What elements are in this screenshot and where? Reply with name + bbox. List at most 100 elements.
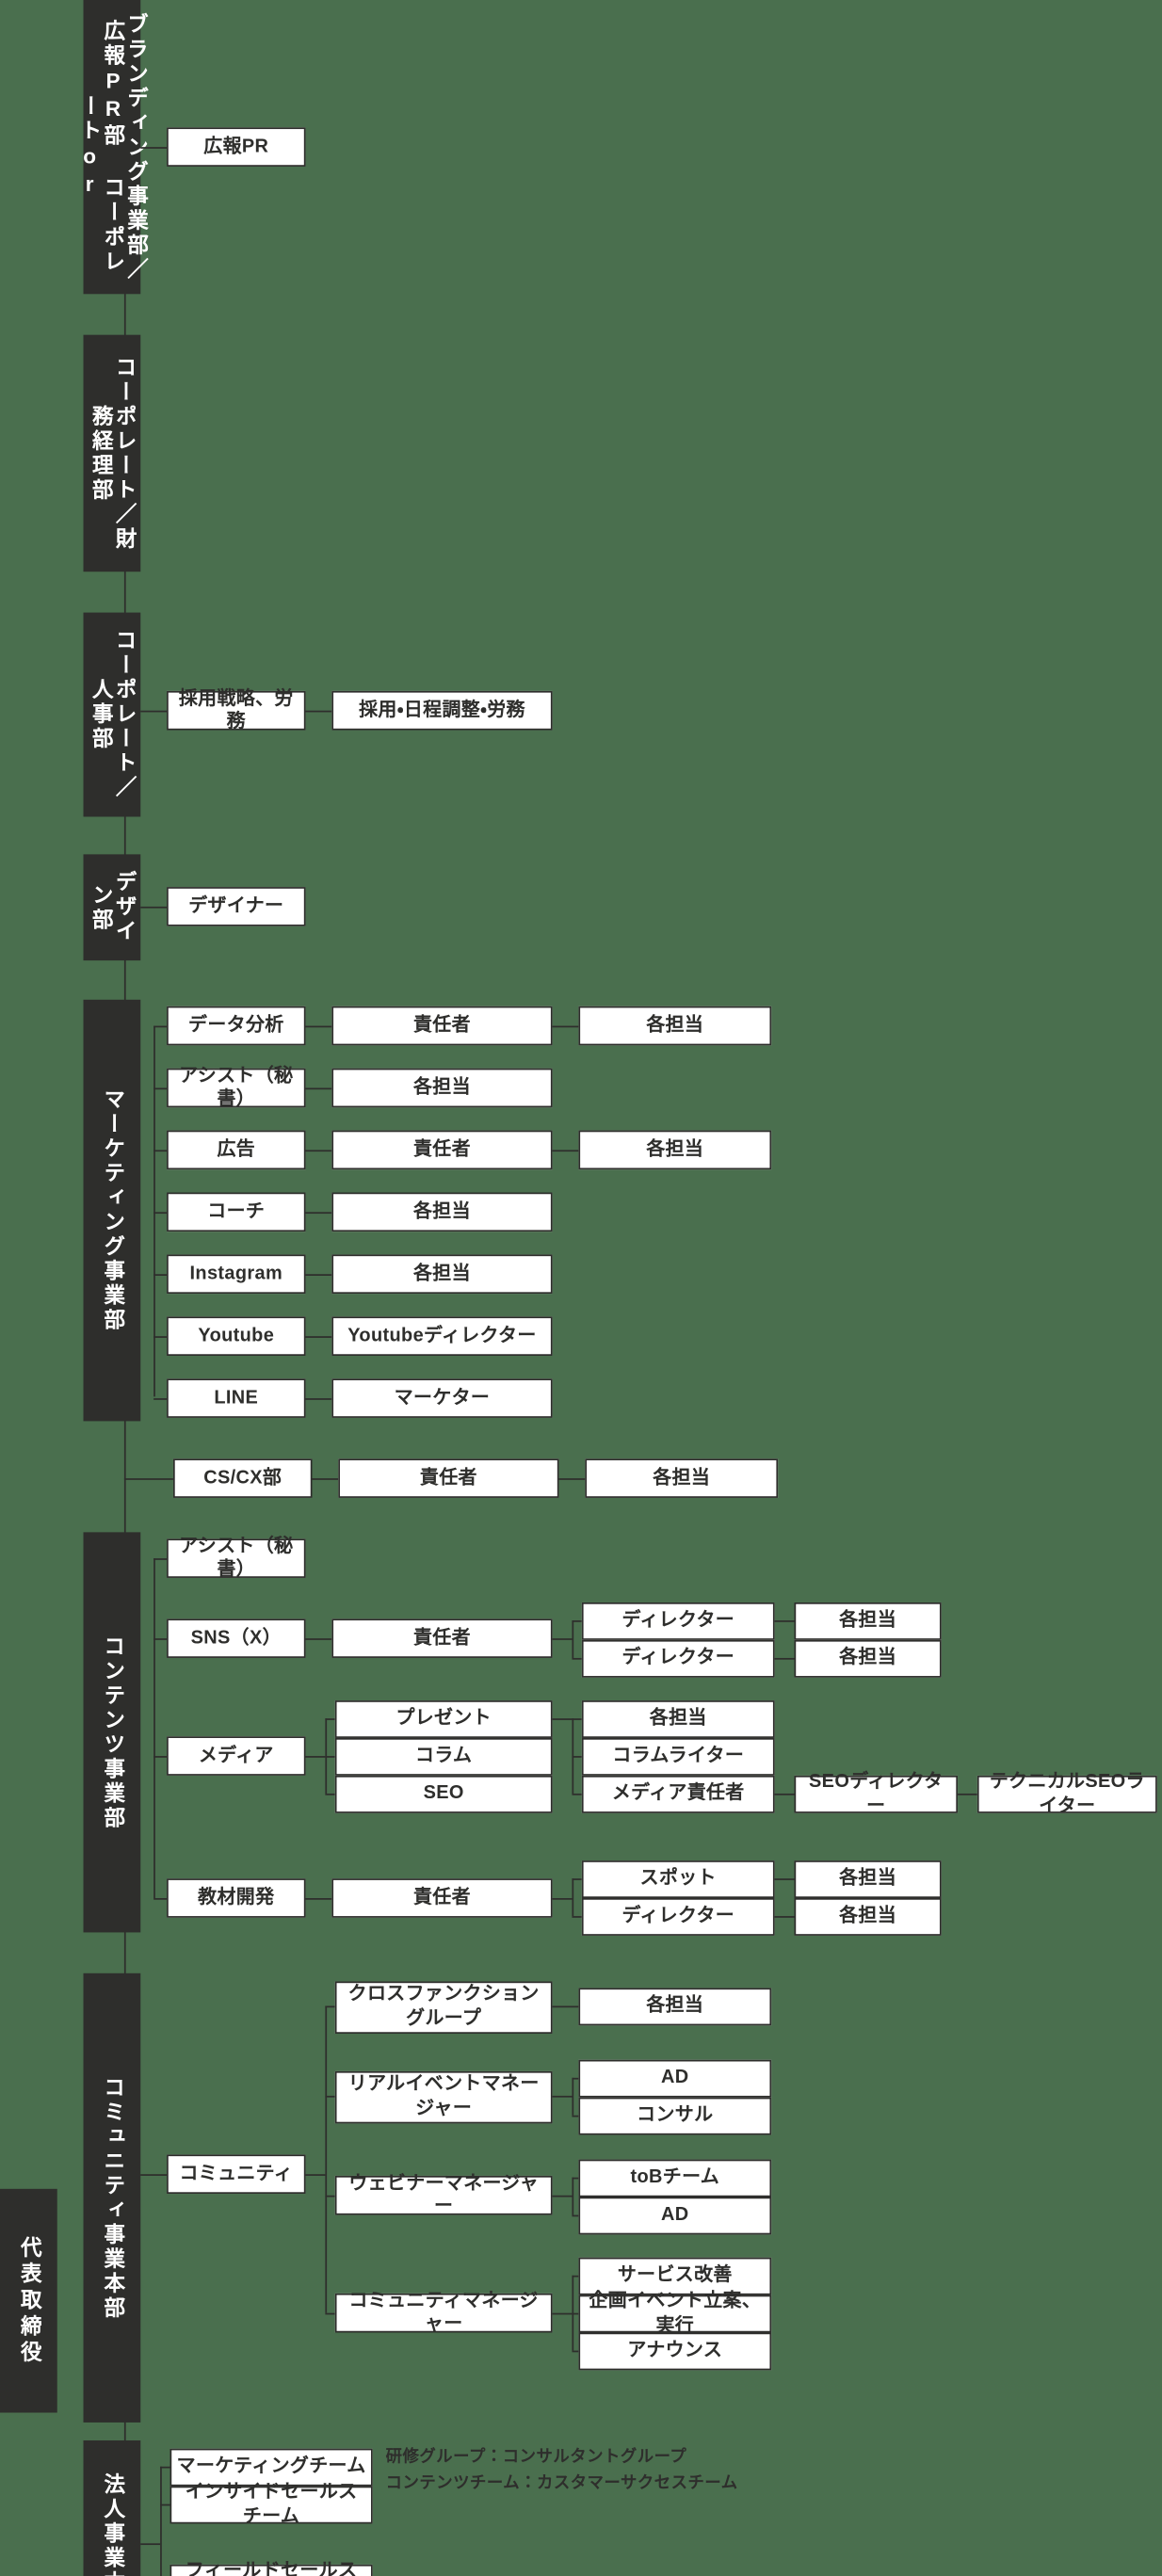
node-material-child-1-l3[interactable]: ディレクター [581,1898,775,1936]
community-branch-2-spine [572,2177,574,2215]
root-node-ceo[interactable]: 代表取締役 [0,2188,57,2413]
marketing-row-4-l1[interactable]: Instagram [167,1254,306,1295]
marketing-row-1-stub [153,1087,168,1090]
sns-child-1-link [774,1657,795,1660]
node-community-branch-2-child-1[interactable]: AD [578,2197,772,2235]
node-corporate-sales-team-1[interactable]: インサイドセールスチーム [169,2483,373,2526]
material-fanout-spine [572,1878,574,1917]
node-corporate-sales-team-2[interactable]: フィールドセールスチーム [169,2562,373,2576]
marketing-row-3-l1[interactable]: コーチ [167,1192,306,1232]
node-corporate-sales-team-0[interactable]: マーケティングチーム [169,2448,373,2487]
node-community-branch-1-child-0[interactable]: AD [578,2059,772,2098]
hr-strategy-to-ops-line [305,710,332,713]
node-material-child-0-l4[interactable]: 各担当 [794,1860,942,1899]
node-media-child-2-l5[interactable]: テクニカルSEOライター [976,1773,1157,1815]
cscx-link-1 [312,1478,339,1480]
node-community-branch-3-child-1[interactable]: 企画イベント立案、実行 [578,2292,772,2335]
node-material-child-0-l3[interactable]: スポット [581,1860,775,1899]
marketing-row-3-l2[interactable]: 各担当 [331,1192,553,1232]
node-pr[interactable]: 広報PR [167,127,306,167]
contents-spine [153,1558,155,1899]
node-media-child-2-l2[interactable]: SEO [334,1775,553,1813]
node-media-child-2-l3[interactable]: メディア責任者 [581,1775,775,1813]
node-community-branch-3[interactable]: コミュニティマネージャー [334,2291,553,2334]
node-sns-child-1-l3[interactable]: ディレクター [581,1639,775,1678]
community-branch-1-stub [325,2095,335,2098]
node-media-child-1-l3[interactable]: コラムライター [581,1737,775,1776]
node-media-child-1-l2[interactable]: コラム [334,1737,553,1776]
node-cscx[interactable]: CS/CX部 [172,1458,313,1498]
node-media-child-2-l4[interactable]: SEOディレクター [794,1773,959,1815]
dept-marketing[interactable]: マーケティング事業部 [83,999,141,1422]
node-material-l2[interactable]: 責任者 [331,1878,553,1918]
node-sns-child-0-l4[interactable]: 各担当 [794,1602,942,1640]
marketing-row-1-l2[interactable]: 各担当 [331,1068,553,1108]
node-media-child-0-l2[interactable]: プレゼント [334,1700,553,1738]
dept-contents[interactable]: コンテンツ事業部 [83,1532,141,1933]
media-child-0-l3-stub [572,1718,582,1720]
node-media-child-0-l3[interactable]: 各担当 [581,1700,775,1738]
corporate-sales-team-0-stub [160,2466,170,2469]
community-branch-3-child-1-stub [572,2312,579,2315]
marketing-row-5-l2[interactable]: Youtubeディレクター [331,1316,553,1356]
dept-hr[interactable]: コーポレート／人事部 [83,612,141,817]
dept-finance[interactable]: コーポレート／財務経理部 [83,334,141,572]
node-community-hub[interactable]: コミュニティ [167,2154,306,2195]
community-branch-2-link [552,2195,573,2198]
sns-fanout-spine [572,1620,574,1658]
community-branch-1-spine [572,2077,574,2116]
dept-branding-pr[interactable]: ブランディング事業部／広報PR部 コーポレートor [77,0,149,295]
community-branch-3-link [552,2312,573,2315]
footnote-text: 研修グループ：コンサルタントグループ コンテンツチーム：カスタマーサクセスチーム [385,2448,738,2493]
marketing-row-2-l1[interactable]: 広告 [167,1130,306,1170]
node-hr-strategy[interactable]: 採用戦略、労務 [167,688,306,732]
node-cscx-l2[interactable]: 責任者 [338,1458,559,1498]
marketing-row-0-stub [153,1025,168,1028]
node-sns-child-0-l3[interactable]: ディレクター [581,1602,775,1640]
node-media-l1[interactable]: メディア [167,1736,306,1776]
node-designer[interactable]: デザイナー [167,887,306,926]
node-community-branch-0-child-0[interactable]: 各担当 [578,1988,772,2026]
node-community-branch-3-child-0[interactable]: サービス改善 [578,2257,772,2295]
node-sns-child-1-l4[interactable]: 各担当 [794,1639,942,1678]
node-community-branch-2[interactable]: ウェビナーマネージャー [334,2174,553,2216]
marketing-row-1-l1[interactable]: アシスト（秘書） [167,1066,306,1109]
material-child-1-link [774,1916,795,1918]
marketing-row-0-l3[interactable]: 各担当 [578,1006,772,1046]
dept-community[interactable]: コミュニティ事業本部 [83,1972,141,2423]
branding-connector [140,147,168,149]
media-child-2-l4-link [774,1793,795,1795]
sns-child-0-stub [572,1620,582,1622]
node-material-child-1-l4[interactable]: 各担当 [794,1898,942,1936]
marketing-row-0-l2[interactable]: 責任者 [331,1006,553,1046]
node-material-l1[interactable]: 教材開発 [167,1878,306,1918]
dept-design[interactable]: デザイン部 [83,854,141,961]
marketing-row-0-l1[interactable]: データ分析 [167,1006,306,1046]
marketing-row-4-l2[interactable]: 各担当 [331,1254,553,1295]
marketing-row-6-l1[interactable]: LINE [167,1378,306,1418]
community-fanout-spine [325,2005,328,2313]
marketing-row-5-l1[interactable]: Youtube [167,1316,306,1356]
dept-corporate-sales[interactable]: 法人事業本部 [83,2440,141,2576]
node-contents-assist[interactable]: アシスト（秘書） [167,1537,306,1580]
node-community-branch-0[interactable]: クロスファンクショングループ [334,1981,553,2034]
node-community-branch-1[interactable]: リアルイベントマネージャー [334,2070,553,2124]
node-community-branch-1-child-1[interactable]: コンサル [578,2097,772,2135]
node-community-branch-2-child-0[interactable]: toBチーム [578,2159,772,2198]
marketing-row-4-stub [153,1274,168,1276]
node-community-branch-3-child-2[interactable]: アナウンス [578,2332,772,2371]
design-connector [140,906,168,909]
marketing-row-2-l2[interactable]: 責任者 [331,1130,553,1170]
node-hr-ops[interactable]: 採用・日程調整・労務 [331,690,553,731]
contents-media-stub [153,1756,168,1758]
node-cscx-l3[interactable]: 各担当 [585,1458,779,1498]
marketing-row-2-l3[interactable]: 各担当 [578,1130,772,1170]
node-sns-l2[interactable]: 責任者 [331,1618,553,1658]
sns-child-0-link [774,1620,795,1622]
material-child-0-link [774,1878,795,1880]
node-sns-l1[interactable]: SNS（X） [167,1618,306,1658]
marketing-row-6-l2[interactable]: マーケター [331,1378,553,1418]
community-branch-2-child-0-stub [572,2177,579,2180]
media-child-0-stub [325,1718,335,1720]
marketing-row-2-stub [153,1150,168,1152]
